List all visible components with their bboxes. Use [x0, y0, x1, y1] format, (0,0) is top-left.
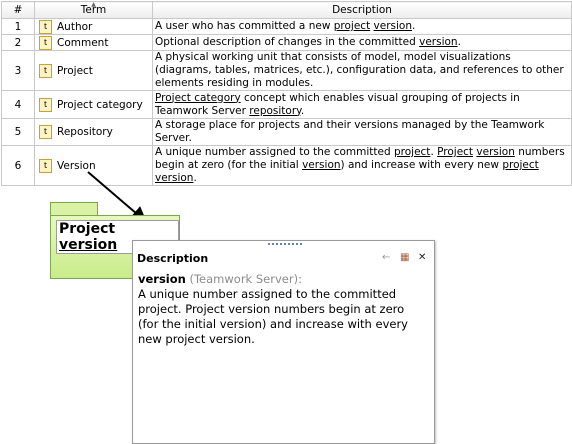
package-title-link[interactable]: version: [59, 237, 117, 253]
close-icon[interactable]: ✕: [418, 252, 426, 263]
back-arrow-icon[interactable]: ←: [382, 252, 390, 263]
popup-content: version (Teamwork Server): A unique numb…: [138, 272, 428, 347]
description-popup: Description ← ▦ ✕ version (Teamwork Serv…: [132, 240, 435, 444]
resize-grip[interactable]: [268, 243, 302, 247]
popup-description-text: A unique number assigned to the committe…: [138, 287, 408, 346]
popup-header: Description ← ▦ ✕: [134, 250, 433, 267]
popup-keyword: version: [138, 272, 186, 286]
table-icon[interactable]: ▦: [400, 252, 409, 263]
popup-title: Description: [137, 252, 209, 265]
package-title-text: Project: [59, 221, 116, 237]
popup-source: (Teamwork Server):: [185, 272, 302, 286]
